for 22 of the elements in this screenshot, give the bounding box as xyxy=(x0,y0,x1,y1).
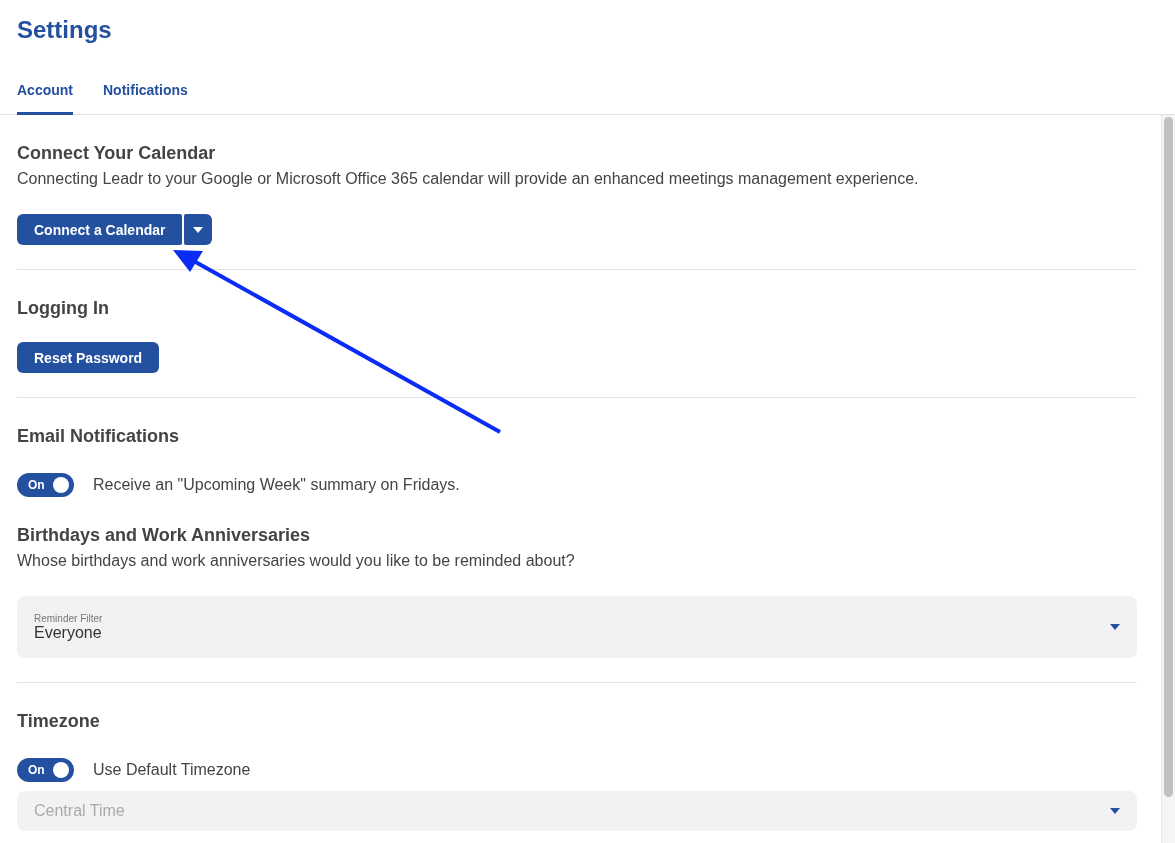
toggle-label: Use Default Timezone xyxy=(93,761,251,779)
section-heading: Birthdays and Work Anniversaries xyxy=(17,525,312,546)
page-title: Settings xyxy=(16,15,113,45)
caret-icon xyxy=(1110,624,1120,630)
connect-calendar-button[interactable]: Connect a Calendar xyxy=(17,214,183,245)
section-description: Whose birthdays and work anniversaries would you like to be reminded about? xyxy=(17,552,576,570)
section-heading: Timezone xyxy=(17,711,101,732)
section-heading: Logging In xyxy=(17,298,110,319)
reminder-filter-dropdown[interactable]: Reminder Filter Everyone xyxy=(17,596,1137,658)
toggle-label: Receive an "Upcoming Week" summary on Fridays. xyxy=(93,476,460,494)
section-heading: Email Notifications xyxy=(17,426,181,447)
reset-password-button[interactable]: Reset Password xyxy=(17,342,160,373)
tab[interactable]: Account xyxy=(17,78,73,115)
toggle-switch[interactable]: On xyxy=(17,473,74,497)
caret-icon xyxy=(1110,808,1120,814)
caret-icon xyxy=(193,226,204,233)
section-description: Connecting Leadr to your Google or Microsoft Office 365 calendar will provide an enhanced meetings management experience. xyxy=(17,170,920,188)
tab[interactable]: Notifications xyxy=(103,78,188,115)
section-heading: Connect Your Calendar xyxy=(17,143,217,164)
scrollbar[interactable] xyxy=(1161,115,1175,843)
toggle-switch[interactable]: On xyxy=(17,758,74,782)
dropdown-button[interactable] xyxy=(184,214,213,245)
